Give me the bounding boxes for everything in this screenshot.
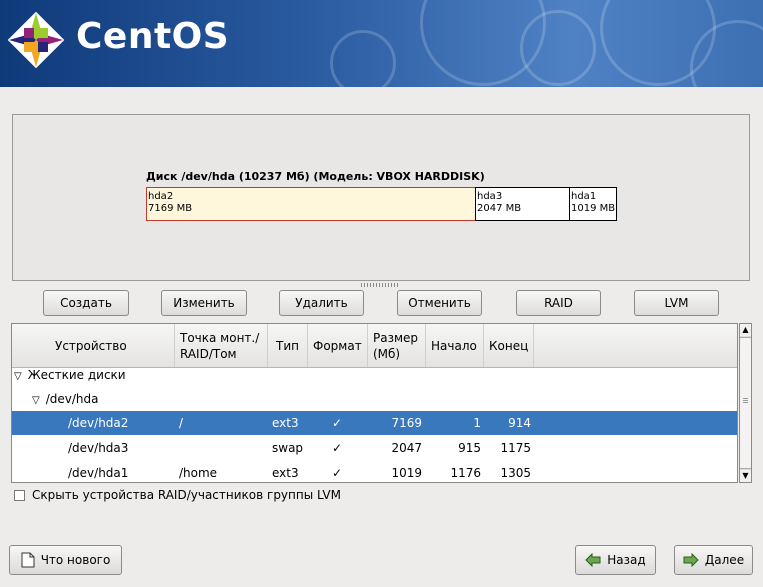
edit-button[interactable]: Изменить [161, 290, 247, 316]
edit-label: Изменить [173, 296, 235, 310]
col-size-label: Размер [373, 330, 419, 345]
document-icon [21, 552, 35, 568]
col-device-label: Устройство [55, 338, 127, 353]
table-scrollbar[interactable]: ▲ ▼ [739, 323, 752, 483]
tree-group-label: Жесткие диски [27, 368, 126, 382]
hide-raid-label[interactable]: Скрыть устройства RAID/участников группы… [32, 488, 341, 502]
cancel-label: Отменить [408, 296, 471, 310]
segment-size: 1019 MB [571, 203, 616, 214]
banner-swirl [520, 10, 596, 86]
col-end-label: Конец [489, 338, 529, 353]
delete-label: Удалить [295, 296, 348, 310]
header-banner: CentOS [0, 0, 763, 87]
banner-swirl [330, 30, 396, 87]
segment-size: 7169 MB [148, 203, 193, 214]
whats-new-label: Что нового [40, 553, 111, 567]
lvm-label: LVM [664, 296, 689, 310]
tree-group-cell: ▽ Жесткие диски [14, 363, 126, 387]
segment-hda3[interactable]: hda3 2047 MB [475, 187, 570, 221]
cell-type: swap [272, 441, 304, 455]
check-icon: ✓ [332, 466, 343, 480]
expander-down-icon[interactable]: ▽ [32, 389, 40, 413]
cell-end: 1175 [500, 441, 531, 455]
segment-size: 2047 MB [477, 203, 522, 214]
col-size[interactable]: Размер (Мб) [368, 324, 426, 367]
hide-raid-checkbox[interactable] [14, 490, 25, 501]
cell-size: 1019 [391, 466, 422, 480]
cell-size: 2047 [391, 441, 422, 455]
back-button[interactable]: Назад [575, 545, 656, 575]
raid-button[interactable]: RAID [516, 290, 601, 316]
col-size-label-2: (Мб) [373, 346, 401, 361]
arrow-right-icon [683, 553, 699, 567]
cell-mount: /home [179, 466, 218, 480]
next-button[interactable]: Далее [674, 545, 753, 575]
table-row[interactable]: /dev/hda1 /home ext3 ✓ 1019 1176 1305 [12, 461, 737, 482]
cell-end: 1305 [500, 466, 531, 480]
expander-down-icon[interactable]: ▽ [14, 365, 22, 389]
partition-table[interactable]: Устройство Точка монт./RAID/Том Тип Форм… [11, 323, 738, 483]
table-header: Устройство Точка монт./RAID/Том Тип Форм… [12, 324, 737, 368]
tree-disk-cell: ▽ /dev/hda [32, 387, 98, 411]
cell-device: /dev/hda3 [68, 441, 129, 455]
scroll-thumb[interactable] [740, 337, 751, 469]
col-end[interactable]: Конец [484, 324, 534, 367]
table-row[interactable]: /dev/hda3 swap ✓ 2047 915 1175 [12, 436, 737, 460]
col-start[interactable]: Начало [426, 324, 484, 367]
cell-device: /dev/hda1 [68, 466, 129, 480]
delete-button[interactable]: Удалить [279, 290, 364, 316]
pane-resize-handle[interactable] [361, 283, 399, 287]
lvm-button[interactable]: LVM [634, 290, 719, 316]
back-label: Назад [607, 553, 646, 567]
cell-start: 915 [458, 441, 481, 455]
create-button[interactable]: Создать [43, 290, 129, 316]
check-icon: ✓ [332, 416, 343, 430]
tree-group-row[interactable]: ▽ Жесткие диски [12, 363, 737, 387]
col-mount-label: Точка монт./ [180, 330, 260, 345]
cancel-button[interactable]: Отменить [397, 290, 482, 316]
cell-start: 1176 [450, 466, 481, 480]
create-label: Создать [60, 296, 112, 310]
col-format-label: Формат [313, 338, 362, 353]
thumb-grip [743, 398, 748, 404]
segment-name: hda2 [148, 191, 174, 202]
cell-type: ext3 [272, 416, 299, 430]
scroll-up-icon[interactable]: ▲ [740, 324, 751, 336]
scroll-down-icon[interactable]: ▼ [740, 470, 751, 482]
segment-name: hda3 [477, 191, 503, 202]
next-label: Далее [704, 553, 745, 567]
centos-logo-icon [7, 11, 65, 69]
col-mount-label-2: RAID/Том [180, 346, 237, 361]
col-device[interactable]: Устройство [12, 324, 175, 367]
segment-hda2[interactable]: hda2 7169 MB [146, 187, 476, 221]
col-format[interactable]: Формат [308, 324, 368, 367]
cell-mount: / [179, 416, 184, 430]
cell-type: ext3 [272, 466, 299, 480]
col-mount[interactable]: Точка монт./RAID/Том [175, 324, 268, 367]
whats-new-button[interactable]: Что нового [9, 545, 122, 575]
col-type-label: Тип [276, 338, 299, 353]
cell-end: 914 [508, 416, 531, 430]
table-row[interactable]: /dev/hda2 / ext3 ✓ 7169 1 914 [12, 411, 737, 435]
cell-device: /dev/hda2 [68, 416, 129, 430]
cell-size: 7169 [391, 416, 422, 430]
disk-layout-panel: Диск /dev/hda (10237 Мб) (Модель: VBOX H… [12, 114, 750, 281]
disk-title: Диск /dev/hda (10237 Мб) (Модель: VBOX H… [146, 170, 485, 183]
col-start-label: Начало [431, 338, 477, 353]
tree-disk-label: /dev/hda [45, 392, 99, 406]
raid-label: RAID [544, 296, 573, 310]
tree-disk-row[interactable]: ▽ /dev/hda [12, 387, 737, 411]
check-icon: ✓ [332, 441, 343, 455]
col-type[interactable]: Тип [268, 324, 308, 367]
brand-title: CentOS [76, 16, 230, 57]
segment-hda1[interactable]: hda1 1019 MB [569, 187, 617, 221]
segment-name: hda1 [571, 191, 597, 202]
arrow-left-icon [585, 553, 601, 567]
cell-start: 1 [473, 416, 481, 430]
